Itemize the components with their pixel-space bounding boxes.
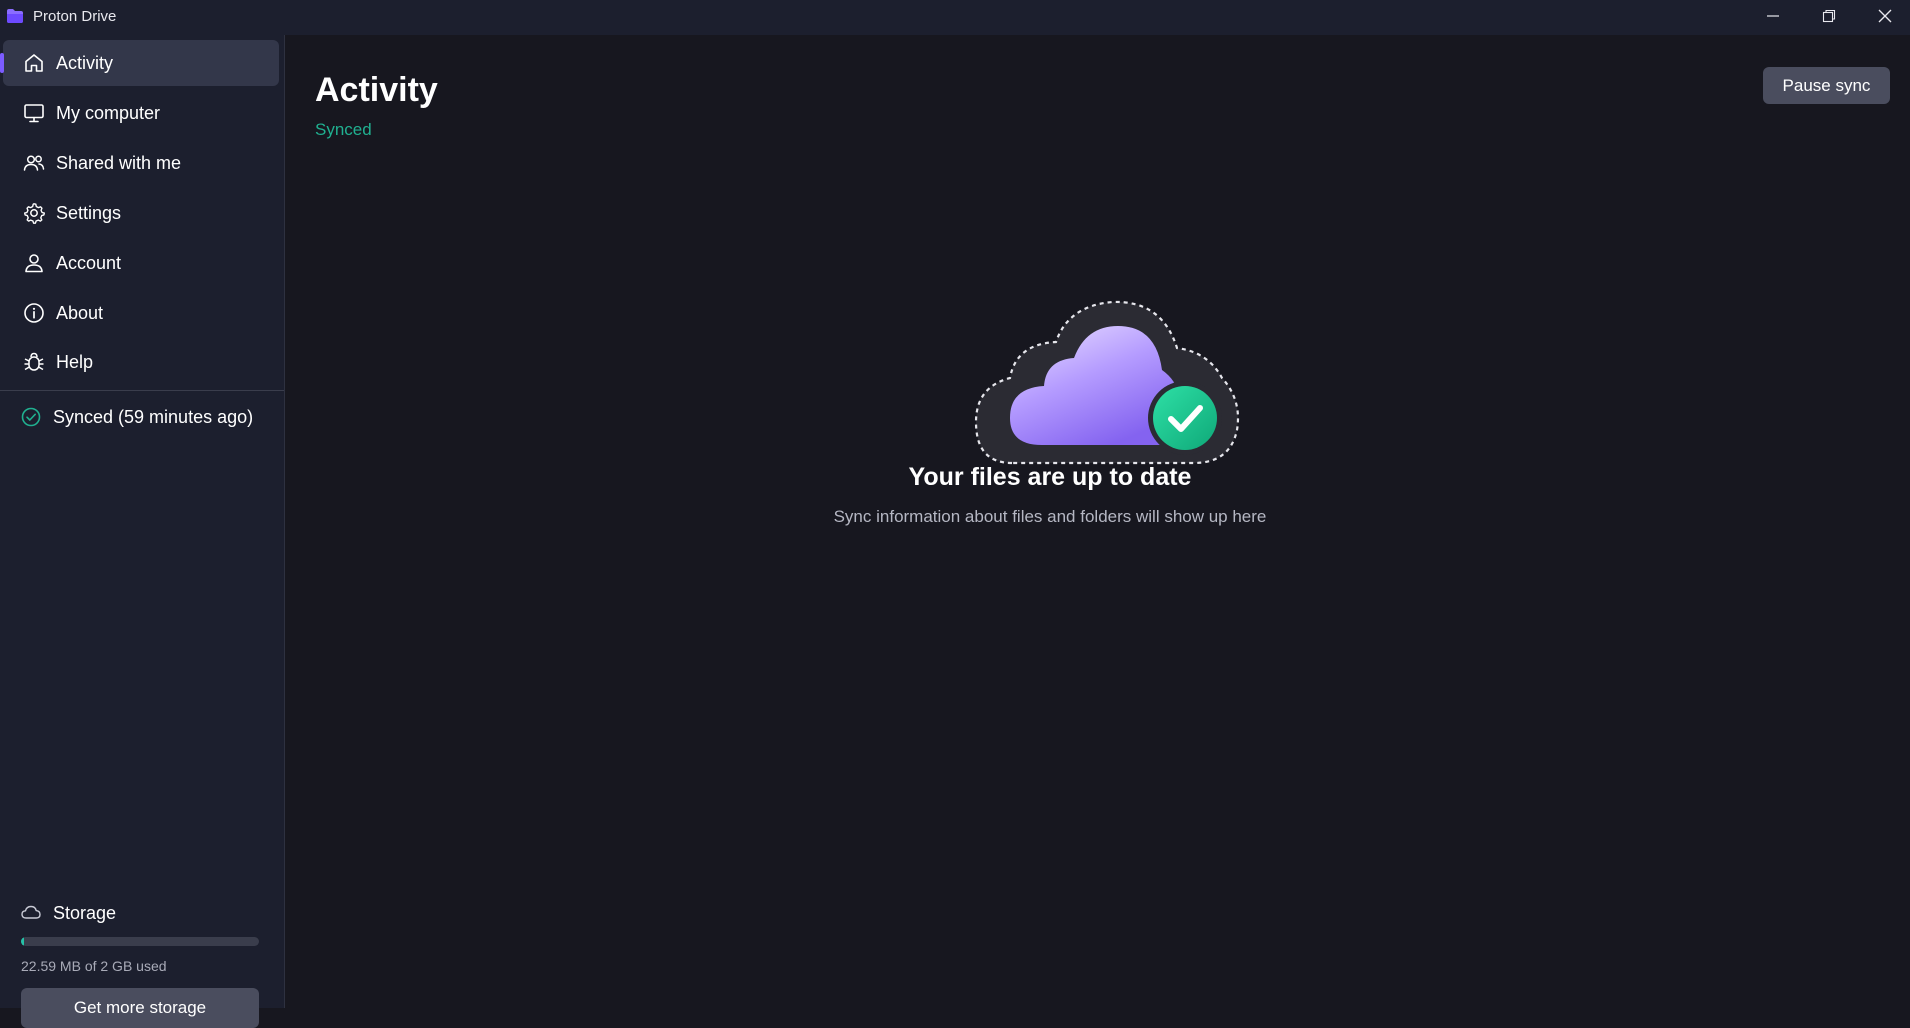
- storage-header: Storage: [20, 901, 116, 927]
- close-button[interactable]: [1857, 0, 1910, 32]
- sidebar-item-shared-with-me[interactable]: Shared with me: [3, 140, 279, 186]
- storage-label: Storage: [53, 903, 117, 923]
- sidebar-divider: [0, 390, 284, 391]
- sidebar-item-label: Settings: [56, 202, 122, 223]
- main-panel: Activity Synced Pause sync Your files ar…: [285, 35, 1910, 1008]
- sync-state-label: Synced: [315, 120, 372, 139]
- sidebar-item-label: Activity: [56, 52, 114, 73]
- pause-sync-button[interactable]: Pause sync: [1763, 67, 1890, 104]
- user-icon: [25, 254, 43, 273]
- gear-icon: [24, 203, 45, 224]
- home-icon: [25, 54, 43, 72]
- sidebar-item-help[interactable]: Help: [3, 339, 279, 385]
- app-title: Proton Drive: [33, 8, 117, 25]
- empty-state-title: Your files are up to date: [908, 463, 1192, 491]
- sidebar-item-label: Shared with me: [56, 152, 182, 173]
- users-icon: [23, 155, 45, 171]
- storage-progress-bar: [21, 937, 259, 946]
- sidebar-item-label: Help: [56, 351, 94, 372]
- sidebar-item-about[interactable]: About: [3, 290, 279, 336]
- sync-status-text: Synced (59 minutes ago): [53, 406, 254, 427]
- sidebar: Activity My computer Shared with me Sett…: [0, 35, 285, 1028]
- bug-icon: [24, 352, 44, 371]
- empty-state-subtitle: Sync information about files and folders…: [833, 507, 1267, 526]
- storage-progress-fill: [21, 937, 24, 946]
- close-icon: [1878, 9, 1892, 23]
- monitor-icon: [24, 104, 44, 123]
- active-indicator: [0, 53, 4, 73]
- minimize-button[interactable]: [1745, 0, 1801, 32]
- get-more-storage-button[interactable]: Get more storage: [21, 988, 259, 1028]
- title-bar: Proton Drive: [0, 0, 1910, 35]
- sidebar-item-label: My computer: [56, 102, 161, 123]
- sidebar-item-label: About: [56, 302, 104, 323]
- cloud-synced-illustration: [974, 300, 1240, 465]
- restore-button[interactable]: [1801, 0, 1857, 32]
- storage-usage-text: 22.59 MB of 2 GB used: [21, 958, 167, 974]
- check-circle-icon: [21, 407, 41, 427]
- sidebar-item-my-computer[interactable]: My computer: [3, 90, 279, 136]
- cloud-icon: [21, 905, 41, 919]
- sidebar-item-label: Account: [56, 252, 122, 273]
- info-icon: [24, 303, 44, 323]
- sync-status: Synced (59 minutes ago): [20, 403, 253, 431]
- proton-drive-logo-icon: [7, 9, 23, 23]
- sidebar-item-activity[interactable]: Activity: [0, 40, 279, 86]
- minimize-icon: [1767, 15, 1779, 17]
- sidebar-item-account[interactable]: Account: [3, 240, 279, 286]
- restore-icon: [1822, 9, 1836, 23]
- sidebar-item-settings[interactable]: Settings: [3, 190, 279, 236]
- page-title: Activity: [315, 71, 438, 109]
